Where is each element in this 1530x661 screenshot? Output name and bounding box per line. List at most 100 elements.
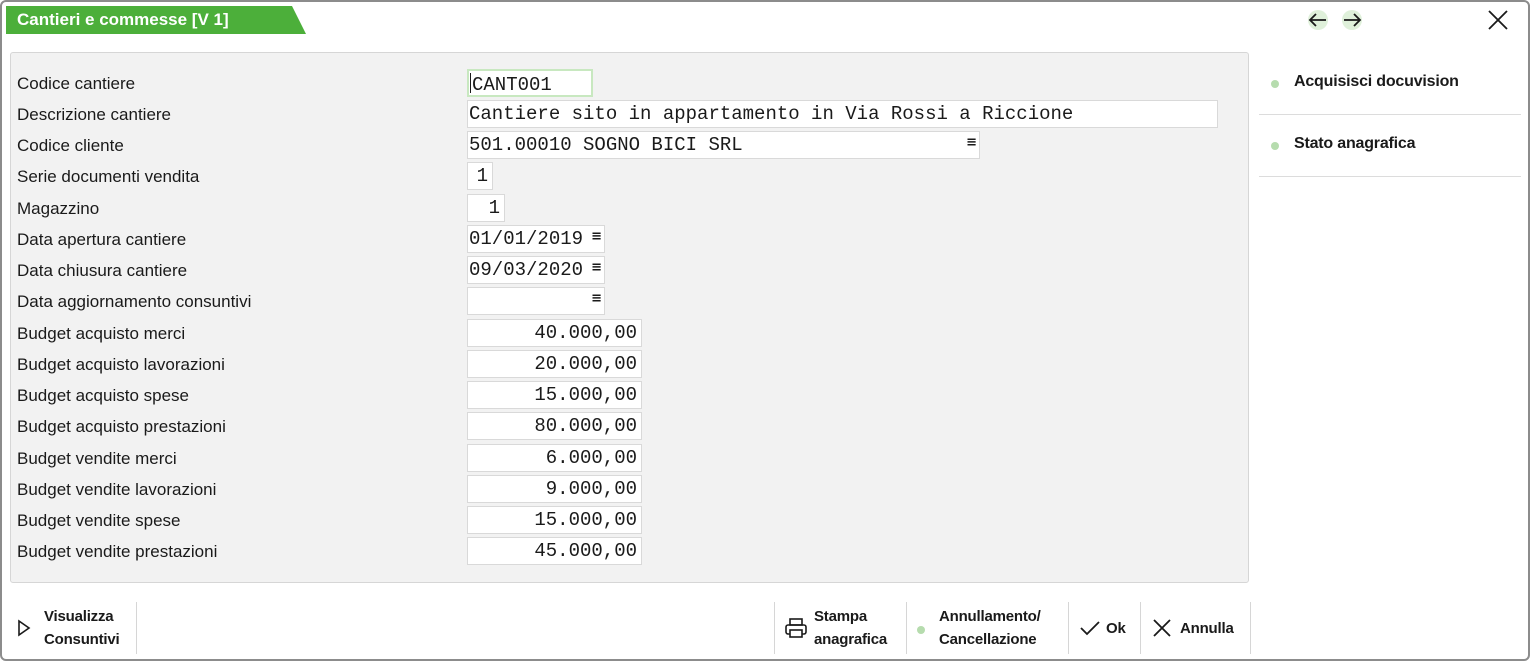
toolbar-separator <box>1068 602 1069 654</box>
row-data-apertura: Data apertura cantiere 01/01/2019 ≡ <box>11 224 1248 255</box>
button-label-line1: Annullamento/ <box>939 608 1041 625</box>
visualizza-consuntivi-button[interactable]: Visualizza Consuntivi <box>16 602 120 654</box>
field-label: Magazzino <box>17 199 100 218</box>
arrow-left-icon[interactable] <box>1305 8 1331 32</box>
toolbar-separator <box>136 602 137 654</box>
field-value: 1 <box>488 197 500 219</box>
budget-acquisto-spese-input[interactable]: 15.000,00 <box>467 381 642 409</box>
button-label: Visualizza Consuntivi <box>44 605 120 651</box>
field-value: 15.000,00 <box>534 384 637 406</box>
button-label: Ok <box>1106 619 1126 637</box>
arrow-right-icon[interactable] <box>1339 8 1365 32</box>
lookup-icon[interactable]: ≡ <box>966 135 977 150</box>
field-label: Data chiusura cantiere <box>17 261 188 280</box>
magazzino-input[interactable]: 1 <box>467 194 505 222</box>
toolbar-separator <box>774 602 775 654</box>
annullamento-cancellazione-button[interactable]: Annullamento/ Cancellazione <box>917 602 1041 654</box>
row-budget-acquisto-spese: Budget acquisto spese 15.000,00 <box>11 380 1248 411</box>
calendar-icon[interactable]: ≡ <box>591 291 602 306</box>
side-item-stato-anagrafica[interactable]: Stato anagrafica <box>1259 115 1521 177</box>
toolbar-separator <box>906 602 907 654</box>
field-label: Codice cliente <box>17 136 124 155</box>
field-label: Data apertura cantiere <box>17 230 187 249</box>
text-caret <box>470 73 471 93</box>
budget-vendite-prestazioni-input[interactable]: 45.000,00 <box>467 537 642 565</box>
budget-acquisto-lavorazioni-input[interactable]: 20.000,00 <box>467 350 642 378</box>
row-budget-vendite-merci: Budget vendite merci 6.000,00 <box>11 443 1248 474</box>
annulla-button[interactable]: Annulla <box>1150 602 1234 654</box>
field-label: Budget vendite lavorazioni <box>17 480 217 499</box>
cancel-x-icon <box>1153 619 1171 637</box>
field-label: Budget acquisto lavorazioni <box>17 355 225 374</box>
calendar-icon[interactable]: ≡ <box>591 260 602 275</box>
data-chiusura-input[interactable]: 09/03/2020 ≡ <box>467 256 605 284</box>
field-label: Codice cantiere <box>17 74 136 93</box>
button-label-line1: Stampa <box>814 608 867 625</box>
play-triangle-icon <box>18 619 31 637</box>
side-item-label: Acquisisci docuvision <box>1294 73 1459 90</box>
field-value: 40.000,00 <box>534 322 637 344</box>
field-value: 1 <box>476 165 488 187</box>
side-item-label: Stato anagrafica <box>1294 135 1416 152</box>
field-value: 501.00010 SOGNO BICI SRL <box>469 134 743 156</box>
budget-vendite-lavorazioni-input[interactable]: 9.000,00 <box>467 475 642 503</box>
close-icon[interactable] <box>1485 7 1511 33</box>
window-title: Cantieri e commesse [V 1] <box>17 10 229 29</box>
data-aggiornamento-input[interactable]: ≡ <box>467 287 605 315</box>
checkmark-icon <box>1080 621 1100 636</box>
descrizione-cantiere-input[interactable]: Cantiere sito in appartamento in Via Ros… <box>467 100 1218 128</box>
serie-documenti-input[interactable]: 1 <box>467 162 493 190</box>
button-label-line2: Cancellazione <box>939 631 1037 648</box>
data-apertura-input[interactable]: 01/01/2019 ≡ <box>467 225 605 253</box>
button-label-line2: Consuntivi <box>44 631 120 648</box>
field-label: Budget vendite spese <box>17 511 181 530</box>
row-budget-vendite-spese: Budget vendite spese 15.000,00 <box>11 505 1248 536</box>
budget-vendite-spese-input[interactable]: 15.000,00 <box>467 506 642 534</box>
field-label: Serie documenti vendita <box>17 167 200 186</box>
budget-acquisto-prestazioni-input[interactable]: 80.000,00 <box>467 412 642 440</box>
window-title-tab: Cantieri e commesse [V 1] <box>6 6 306 34</box>
row-data-aggiornamento: Data aggiornamento consuntivi ≡ <box>11 286 1248 317</box>
field-label: Data aggiornamento consuntivi <box>17 292 252 311</box>
field-value: 15.000,00 <box>534 509 637 531</box>
bullet-icon <box>917 626 925 634</box>
navigation-arrows <box>1305 8 1365 32</box>
row-codice-cliente: Codice cliente 501.00010 SOGNO BICI SRL ≡ <box>11 130 1248 161</box>
side-item-acquisisci-docuvision[interactable]: Acquisisci docuvision <box>1259 53 1521 115</box>
toolbar-separator <box>1250 602 1251 654</box>
app-window: Cantieri e commesse [V 1] Codice cantier… <box>0 0 1530 661</box>
field-label: Budget acquisto merci <box>17 324 186 343</box>
field-label: Budget acquisto prestazioni <box>17 417 226 436</box>
button-label: Annullamento/ Cancellazione <box>939 605 1041 651</box>
stampa-anagrafica-button[interactable]: Stampa anagrafica <box>784 602 887 654</box>
printer-icon <box>785 618 807 638</box>
button-label: Stampa anagrafica <box>814 605 887 651</box>
button-label-line2: anagrafica <box>814 631 888 648</box>
bullet-icon <box>1271 142 1279 150</box>
toolbar-separator <box>1140 602 1141 654</box>
budget-acquisto-merci-input[interactable]: 40.000,00 <box>467 319 642 347</box>
budget-vendite-merci-input[interactable]: 6.000,00 <box>467 444 642 472</box>
form-panel: Codice cantiere CANT001 Descrizione cant… <box>10 52 1249 583</box>
codice-cantiere-input[interactable]: CANT001 <box>467 69 593 97</box>
field-label: Descrizione cantiere <box>17 105 172 124</box>
field-value: 80.000,00 <box>534 415 637 437</box>
calendar-icon[interactable]: ≡ <box>591 229 602 244</box>
field-value: 6.000,00 <box>545 447 637 469</box>
row-serie-documenti: Serie documenti vendita 1 <box>11 161 1248 192</box>
field-value: 01/01/2019 <box>469 228 584 250</box>
bullet-icon <box>1271 80 1279 88</box>
row-magazzino: Magazzino 1 <box>11 193 1248 224</box>
row-budget-acquisto-lavorazioni: Budget acquisto lavorazioni 20.000,00 <box>11 349 1248 380</box>
row-budget-vendite-prestazioni: Budget vendite prestazioni 45.000,00 <box>11 536 1248 567</box>
field-value: CANT001 <box>472 74 552 96</box>
field-label: Budget vendite prestazioni <box>17 542 218 561</box>
codice-cliente-input[interactable]: 501.00010 SOGNO BICI SRL ≡ <box>467 131 980 159</box>
row-budget-acquisto-prestazioni: Budget acquisto prestazioni 80.000,00 <box>11 411 1248 442</box>
row-data-chiusura: Data chiusura cantiere 09/03/2020 ≡ <box>11 255 1248 286</box>
row-budget-acquisto-merci: Budget acquisto merci 40.000,00 <box>11 318 1248 349</box>
field-value: 20.000,00 <box>534 353 637 375</box>
row-descrizione-cantiere: Descrizione cantiere Cantiere sito in ap… <box>11 99 1248 130</box>
row-budget-vendite-lavorazioni: Budget vendite lavorazioni 9.000,00 <box>11 474 1248 505</box>
ok-button[interactable]: Ok <box>1078 602 1126 654</box>
